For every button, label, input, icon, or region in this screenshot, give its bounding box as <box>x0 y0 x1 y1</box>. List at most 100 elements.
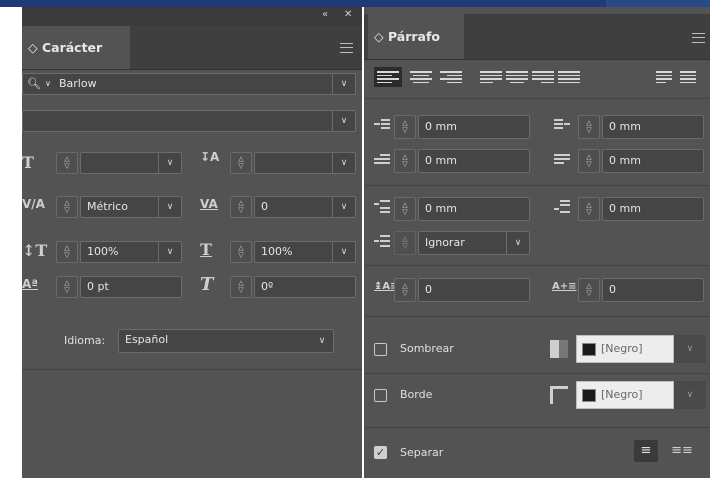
vertical-scale-field[interactable]: 100% ∨ <box>80 241 182 263</box>
border-checkbox[interactable] <box>374 389 387 402</box>
separate-label: Separar <box>400 446 444 459</box>
first-line-indent-field[interactable]: 0 mm <box>418 149 530 173</box>
shading-checkbox[interactable] <box>374 343 387 356</box>
right-indent-stepper[interactable]: △ ▽ <box>578 115 600 139</box>
font-size-stepper[interactable]: △ ▽ <box>56 152 78 174</box>
language-value: Español <box>125 333 169 346</box>
skew-field[interactable]: 0º <box>254 276 356 298</box>
chevron-down-icon[interactable]: ∨ <box>158 242 181 262</box>
panel-menu-icon[interactable] <box>692 33 705 43</box>
drop-cap-chars-icon: A+≡ <box>552 281 577 292</box>
drop-cap-lines-stepper[interactable]: △ ▽ <box>394 278 416 302</box>
last-line-indent-icon <box>554 152 570 168</box>
first-line-indent-icon <box>374 152 390 168</box>
chevron-down-icon: ∨ <box>45 79 51 88</box>
align-to-grid-stepper[interactable]: △ ▽ <box>394 231 416 255</box>
leading-stepper[interactable]: △ ▽ <box>230 152 252 174</box>
panel-divider <box>22 369 362 370</box>
left-indent-field[interactable]: 0 mm <box>418 115 530 139</box>
chevron-down-icon[interactable]: ∨ <box>332 197 355 217</box>
horizontal-scale-stepper[interactable]: △ ▽ <box>230 241 252 263</box>
skew-value: 0º <box>261 280 274 293</box>
align-left-button[interactable] <box>374 67 402 87</box>
space-after-icon <box>554 200 570 216</box>
horizontal-scale-icon: T <box>200 240 212 259</box>
space-after-field[interactable]: 0 mm <box>602 197 704 221</box>
drop-cap-chars-value: 0 <box>609 283 616 296</box>
drop-cap-chars-stepper[interactable]: △ ▽ <box>578 278 600 302</box>
leading-field[interactable]: ∨ <box>254 152 356 174</box>
chevron-down-icon[interactable]: ∨ <box>332 153 355 173</box>
separate-checkbox[interactable]: ✓ <box>374 446 387 459</box>
multi-column-button[interactable]: ≡≡ <box>670 440 694 462</box>
align-right-button[interactable] <box>440 67 462 87</box>
alignment-toolbar <box>364 61 710 95</box>
shading-color-select[interactable]: [Negro] <box>576 335 674 363</box>
horizontal-scale-field[interactable]: 100% ∨ <box>254 241 356 263</box>
chevron-down-icon[interactable]: ∨ <box>158 153 181 173</box>
shading-settings-icon[interactable] <box>550 340 568 358</box>
baseline-shift-field[interactable]: 0 pt <box>80 276 182 298</box>
close-panel-icon[interactable]: ✕ <box>344 9 352 20</box>
last-line-indent-stepper[interactable]: △ ▽ <box>578 149 600 173</box>
border-color-select[interactable]: [Negro] <box>576 381 674 409</box>
baseline-shift-stepper[interactable]: △ ▽ <box>56 276 78 298</box>
tracking-stepper[interactable]: △ ▽ <box>230 196 252 218</box>
align-to-grid-select[interactable]: Ignorar ∨ <box>418 231 530 255</box>
justify-all-button[interactable] <box>558 67 580 87</box>
font-family-select[interactable]: 🔍︎ ∨ Barlow ∨ <box>22 73 356 95</box>
tab-character[interactable]: ◇ Carácter <box>22 26 130 69</box>
font-size-field[interactable]: ∨ <box>80 152 182 174</box>
border-color-swatch <box>582 389 596 402</box>
border-settings-icon[interactable] <box>550 386 568 404</box>
right-indent-field[interactable]: 0 mm <box>602 115 704 139</box>
panel-menu-icon[interactable] <box>340 43 353 53</box>
justify-right-button[interactable] <box>532 67 554 87</box>
chevron-down-icon[interactable]: ∨ <box>332 74 355 94</box>
space-before-stepper[interactable]: △ ▽ <box>394 197 416 221</box>
align-center-button[interactable] <box>410 67 432 87</box>
vertical-scale-stepper[interactable]: △ ▽ <box>56 241 78 263</box>
chevron-down-icon[interactable]: ∨ <box>158 197 181 217</box>
shading-color-swatch <box>582 343 596 356</box>
first-line-indent-stepper[interactable]: △ ▽ <box>394 149 416 173</box>
drop-cap-lines-field[interactable]: 0 <box>418 278 530 302</box>
chevron-down-icon[interactable]: ∨ <box>311 330 333 352</box>
left-indent-icon <box>374 118 390 134</box>
panel-divider <box>364 373 710 374</box>
tracking-field[interactable]: 0 ∨ <box>254 196 356 218</box>
space-after-stepper[interactable]: △ ▽ <box>578 197 600 221</box>
chevron-down-icon[interactable]: ∨ <box>506 232 529 254</box>
language-select[interactable]: Español ∨ <box>118 329 334 353</box>
kerning-stepper[interactable]: △ ▽ <box>56 196 78 218</box>
align-away-from-spine-button[interactable] <box>680 67 696 87</box>
collapse-panels-icon[interactable]: « <box>322 9 328 20</box>
tracking-value: 0 <box>261 200 268 213</box>
left-indent-stepper[interactable]: △ ▽ <box>394 115 416 139</box>
drop-cap-chars-field[interactable]: 0 <box>602 278 704 302</box>
font-style-select[interactable]: ∨ <box>22 110 356 132</box>
chevron-down-icon[interactable]: ∨ <box>674 381 706 409</box>
justify-left-button[interactable] <box>480 67 502 87</box>
right-indent-icon <box>554 118 570 134</box>
left-indent-value: 0 mm <box>425 120 457 133</box>
align-towards-spine-button[interactable] <box>656 67 672 87</box>
chevron-down-icon[interactable]: ∨ <box>674 335 706 363</box>
skew-icon: T <box>200 274 214 295</box>
chevron-down-icon[interactable]: ∨ <box>332 242 355 262</box>
panel-divider <box>364 98 710 99</box>
last-line-indent-value: 0 mm <box>609 154 641 167</box>
language-label: Idioma: <box>64 334 106 347</box>
space-before-field[interactable]: 0 mm <box>418 197 530 221</box>
single-column-button[interactable]: ≡ <box>634 440 658 462</box>
justify-center-button[interactable] <box>506 67 528 87</box>
first-line-indent-value: 0 mm <box>425 154 457 167</box>
align-to-grid-value: Ignorar <box>425 236 465 249</box>
kerning-field[interactable]: Métrico ∨ <box>80 196 182 218</box>
chevron-down-icon[interactable]: ∨ <box>332 111 355 131</box>
last-line-indent-field[interactable]: 0 mm <box>602 149 704 173</box>
skew-stepper[interactable]: △ ▽ <box>230 276 252 298</box>
window-top-bar <box>0 0 710 7</box>
tab-paragraph[interactable]: ◇ Párrafo <box>368 14 464 59</box>
drop-cap-lines-value: 0 <box>425 283 432 296</box>
